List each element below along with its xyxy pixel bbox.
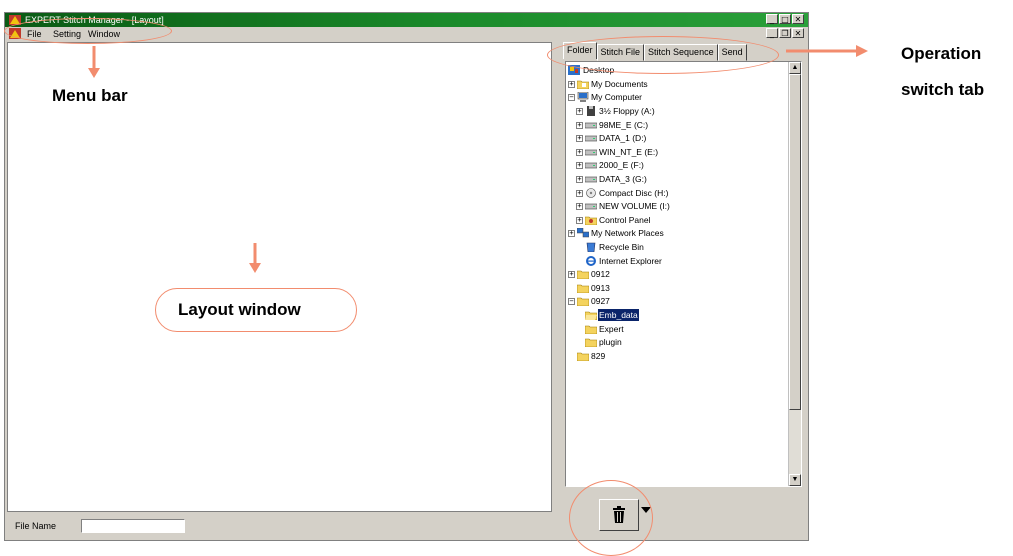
scroll-up-button[interactable]: ▲ <box>789 62 801 74</box>
drive-icon <box>585 122 597 129</box>
tree-scrollbar[interactable]: ▲ ▼ <box>788 62 801 486</box>
folder-icon <box>577 297 589 306</box>
expand-icon[interactable]: + <box>576 108 583 115</box>
expand-icon[interactable]: + <box>576 217 583 224</box>
scroll-down-button[interactable]: ▼ <box>789 474 801 486</box>
file-name-bar: File Name <box>5 513 554 540</box>
operation-tab-arrow-icon <box>786 45 868 57</box>
computer-icon <box>577 92 589 102</box>
expand-icon[interactable]: + <box>576 203 583 210</box>
recycle-bin-icon <box>586 242 596 252</box>
close-button[interactable]: ✕ <box>792 14 804 24</box>
child-close-button[interactable]: ✕ <box>792 28 804 38</box>
expand-icon[interactable]: + <box>568 81 575 88</box>
ie-icon <box>586 256 596 266</box>
child-restore-button[interactable]: ❐ <box>779 28 791 38</box>
delete-button-highlight <box>569 480 653 556</box>
drive-icon <box>585 203 597 210</box>
menu-bar-caption: Menu bar <box>52 86 128 105</box>
scroll-thumb[interactable] <box>789 74 801 410</box>
operation-panel: Folder Stitch File Stitch Sequence Send … <box>557 42 808 540</box>
minimize-button[interactable]: _ <box>766 14 778 24</box>
floppy-icon <box>587 106 595 116</box>
operation-tab-highlight <box>547 36 779 74</box>
file-name-label: File Name <box>15 521 57 531</box>
expand-icon[interactable]: + <box>576 162 583 169</box>
menu-bar-arrow-icon <box>88 46 100 78</box>
file-name-input[interactable] <box>81 519 185 533</box>
expand-icon[interactable]: + <box>568 230 575 237</box>
collapse-icon[interactable]: − <box>568 94 575 101</box>
folder-tree[interactable]: Desktop + My Documents − My Computer + 3… <box>565 61 802 487</box>
expand-icon[interactable]: + <box>576 176 583 183</box>
cd-icon <box>586 188 596 198</box>
layout-window-caption: Layout window <box>178 300 301 319</box>
expand-icon[interactable]: + <box>576 190 583 197</box>
folder-open-icon <box>585 311 597 320</box>
drive-icon <box>585 162 597 169</box>
folder-icon <box>577 270 589 279</box>
folder-icon <box>585 338 597 347</box>
folder-icon <box>577 352 589 361</box>
collapse-icon[interactable]: − <box>568 298 575 305</box>
expand-icon[interactable]: + <box>576 149 583 156</box>
menu-bar-highlight <box>4 18 172 44</box>
selected-folder-label: Emb_data <box>598 309 639 321</box>
expand-icon[interactable]: + <box>576 122 583 129</box>
layout-window[interactable] <box>7 42 552 512</box>
child-minimize-button[interactable]: _ <box>766 28 778 38</box>
expand-icon[interactable]: + <box>568 271 575 278</box>
operation-caption-line1: Operation <box>901 44 982 63</box>
expand-icon[interactable]: + <box>576 135 583 142</box>
folder-icon <box>585 325 597 334</box>
maximize-button[interactable]: □ <box>779 14 791 24</box>
drive-icon <box>585 135 597 142</box>
folder-icon <box>577 284 589 293</box>
drive-icon <box>585 149 597 156</box>
layout-window-arrow-icon <box>249 243 261 273</box>
folder-documents-icon <box>577 80 589 89</box>
network-icon <box>577 228 589 238</box>
control-panel-icon <box>585 216 597 225</box>
drive-icon <box>585 176 597 183</box>
operation-caption-line2: switch tab <box>901 80 985 99</box>
